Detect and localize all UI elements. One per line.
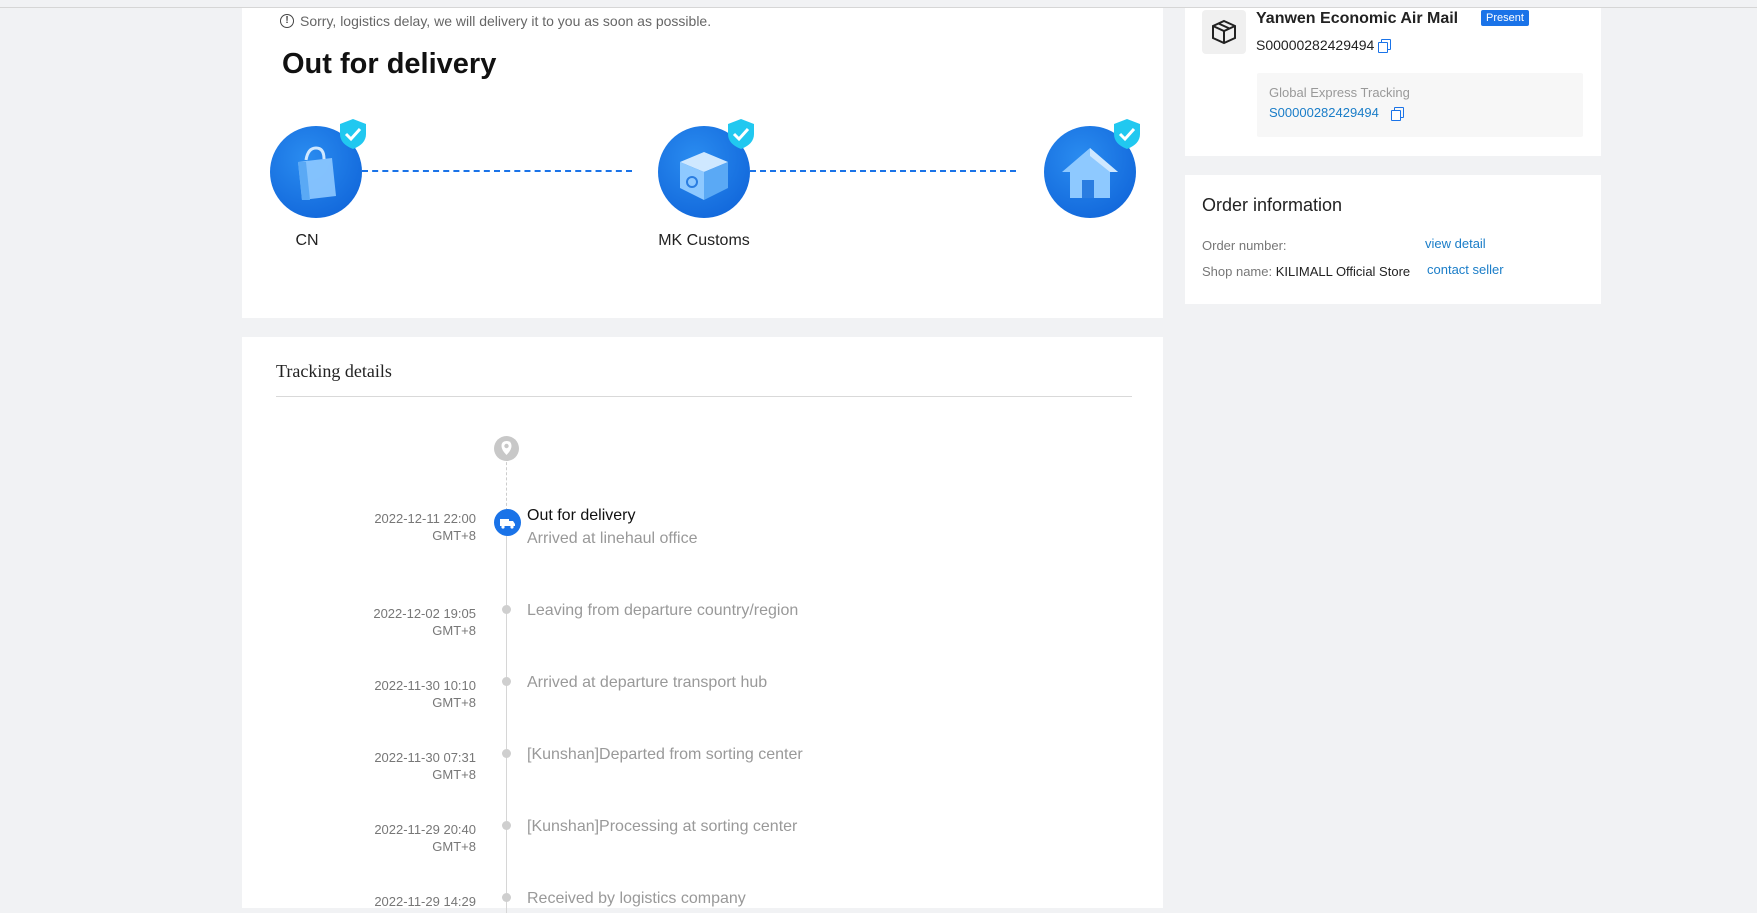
timeline-line bbox=[506, 533, 507, 913]
timeline-dot bbox=[502, 893, 511, 902]
order-number-label: Order number: bbox=[1202, 238, 1287, 253]
event-title: [Kunshan]Departed from sorting center bbox=[527, 746, 803, 763]
delivery-status-card: ! Sorry, logistics delay, we will delive… bbox=[242, 8, 1163, 318]
verified-shield-icon bbox=[1114, 119, 1140, 149]
order-info-title: Order information bbox=[1202, 195, 1343, 215]
copy-icon[interactable] bbox=[1391, 107, 1404, 121]
tracking-details-card: Tracking details 2022-12-11 22:00 GMT+8 … bbox=[242, 337, 1163, 913]
package-icon bbox=[1202, 10, 1246, 54]
verified-shield-icon bbox=[340, 119, 366, 149]
event-title: Leaving from departure country/region bbox=[527, 602, 799, 619]
event-timestamp: 2022-11-30 07:31 GMT+8 bbox=[374, 750, 476, 782]
order-information-card: Order information Order number: view det… bbox=[1185, 175, 1601, 304]
event-timestamp: 2022-11-29 20:40 GMT+8 bbox=[374, 822, 476, 854]
progress-node-destination bbox=[1044, 119, 1140, 218]
shop-name: KILIMALL Official Store bbox=[1275, 264, 1411, 279]
warning-icon: ! bbox=[280, 14, 294, 28]
timeline-dot bbox=[502, 677, 511, 686]
progress-node-label: MK Customs bbox=[658, 232, 750, 249]
event-timestamp: 2022-11-29 14:29 bbox=[374, 894, 476, 909]
event-title: Arrived at departure transport hub bbox=[527, 674, 768, 691]
shop-name-row: Shop name: KILIMALL Official Store bbox=[1202, 264, 1410, 279]
location-pin-icon bbox=[494, 436, 519, 461]
global-tracking-link[interactable]: S00000282429494 bbox=[1269, 105, 1379, 120]
progress-node-origin bbox=[270, 119, 366, 218]
shop-name-label: Shop name: bbox=[1202, 264, 1273, 279]
tracking-title: Tracking details bbox=[276, 361, 392, 381]
event-timestamp: 2022-12-11 22:00 GMT+8 bbox=[374, 511, 476, 543]
global-tracking-label: Global Express Tracking bbox=[1269, 85, 1410, 100]
progress-node-label: CN bbox=[295, 232, 319, 249]
event-subtitle: Arrived at linehaul office bbox=[527, 530, 698, 547]
event-title: Received by logistics company bbox=[527, 890, 746, 907]
verified-shield-icon bbox=[728, 119, 754, 149]
timeline-dot bbox=[502, 605, 511, 614]
view-detail-link[interactable]: view detail bbox=[1425, 236, 1486, 251]
delivery-truck-icon bbox=[494, 509, 521, 536]
delay-notice: ! Sorry, logistics delay, we will delive… bbox=[280, 13, 711, 29]
timeline-dot bbox=[502, 821, 511, 830]
timeline-connector bbox=[506, 457, 507, 511]
divider bbox=[276, 396, 1132, 397]
progress-connector bbox=[750, 170, 1016, 172]
carrier-tracking-number: S00000282429494 bbox=[1256, 37, 1375, 53]
carrier-name: Yanwen Economic Air Mail bbox=[1256, 10, 1459, 27]
copy-icon[interactable] bbox=[1378, 39, 1391, 53]
contact-seller-link[interactable]: contact seller bbox=[1427, 262, 1504, 277]
delay-notice-text: Sorry, logistics delay, we will delivery… bbox=[300, 13, 712, 29]
present-badge: Present bbox=[1481, 10, 1529, 26]
timeline-dot bbox=[502, 749, 511, 758]
event-title: Out for delivery bbox=[527, 507, 636, 524]
event-timestamp: 2022-12-02 19:05 GMT+8 bbox=[373, 606, 476, 638]
progress-node-customs bbox=[658, 119, 754, 218]
status-title: Out for delivery bbox=[282, 48, 497, 80]
event-title: [Kunshan]Processing at sorting center bbox=[527, 818, 798, 835]
global-tracking-box: Global Express Tracking S00000282429494 bbox=[1257, 73, 1583, 137]
event-timestamp: 2022-11-30 10:10 GMT+8 bbox=[374, 678, 476, 710]
progress-connector bbox=[362, 170, 632, 172]
carrier-card: Yanwen Economic Air Mail Present S000002… bbox=[1185, 8, 1601, 156]
